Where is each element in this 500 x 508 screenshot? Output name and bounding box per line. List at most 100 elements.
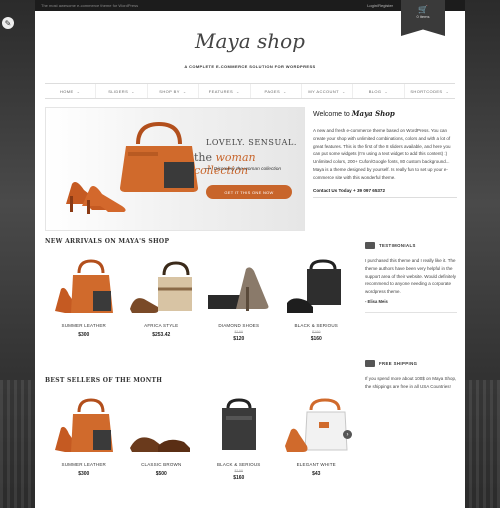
product-price: $160: [310, 336, 322, 342]
best-sellers-title: BEST SELLERS OF THE MONTH: [45, 377, 163, 384]
truck-icon: [365, 360, 375, 367]
login-register-link[interactable]: Login/Register: [367, 3, 393, 8]
chevron-down-icon: ⌄: [76, 88, 81, 94]
product-old-price: $199: [312, 330, 321, 334]
nav-label: MY ACCOUNT: [308, 88, 339, 94]
best-sellers-list: SUMMER LEATHER $300 CLASSIC BROWN $500 B…: [45, 398, 355, 481]
free-shipping-heading: FREE SHIPPING: [365, 360, 457, 367]
chevron-down-icon: ⌄: [341, 88, 346, 94]
slider-discover: ⟶ Discovery the woman collection: [204, 167, 281, 172]
nav-label: BLOG: [368, 88, 382, 94]
product-card[interactable]: ELEGANT WHITE $43: [278, 398, 356, 481]
cart-icon: 🛒: [418, 5, 428, 14]
product-card[interactable]: BLACK & SERIOUS $199 $160: [278, 259, 356, 342]
free-shipping-widget: FREE SHIPPING If you spend more about 10…: [365, 360, 457, 391]
nav-item-blog[interactable]: BLOG ⌄: [353, 84, 405, 98]
product-price: $300: [78, 332, 90, 338]
nav-item-home[interactable]: HOME ⌄: [45, 84, 97, 98]
product-name[interactable]: ELEGANT WHITE: [278, 462, 356, 467]
chevron-down-icon: ⌄: [182, 88, 187, 94]
testimonials-heading: TESTIMONIALS: [365, 242, 457, 249]
slider-discover-text: Discovery the woman collection: [213, 167, 282, 172]
main-nav: HOME ⌄ SLIDERS ⌄ SHOP BY ⌄ FEATURES ⌄ PAGES ⌄…: [45, 83, 455, 99]
testimonial-author: - Elisa Meis: [365, 298, 388, 304]
nav-label: FEATURES: [208, 88, 234, 94]
welcome-brand: Maya Shop: [351, 109, 395, 118]
contact-line: Contact Us Today + 39 097 65372: [313, 187, 386, 193]
cart-count: 0 items: [416, 14, 430, 19]
nav-label: PAGES: [264, 88, 281, 94]
new-arrivals-title: NEW ARRIVALS ON MAYA'S SHOP: [45, 238, 170, 245]
product-name[interactable]: CLASSIC BROWN: [123, 462, 201, 467]
slider-subheadline: the woman collection: [194, 151, 304, 177]
welcome-widget: Welcome to Maya Shop A new and fresh e-c…: [313, 109, 457, 198]
arrow-right-icon: ⟶: [204, 167, 211, 172]
product-name[interactable]: BLACK & SERIOUS: [278, 323, 356, 328]
shop-page: 🛒 0 items Maya shop A COMPLETE E-COMMERC…: [35, 0, 465, 508]
topbar-tagline: The most awesome e-commerce theme for Wo…: [41, 3, 139, 8]
product-price: $120: [233, 336, 245, 342]
pencil-icon[interactable]: ✎: [2, 17, 14, 29]
product-name[interactable]: SUMMER LEATHER: [45, 323, 123, 328]
site-tagline: A COMPLETE E-COMMERCE SOLUTION FOR WORDP…: [184, 64, 316, 69]
nav-item-shop-by[interactable]: SHOP BY ⌄: [148, 84, 200, 98]
new-arrivals-list: SUMMER LEATHER $300 AFRICA STYLE $253.42…: [45, 259, 355, 342]
product-card[interactable]: CLASSIC BROWN $500: [123, 398, 201, 481]
product-card[interactable]: DIAMOND SHOES $199 $120: [200, 259, 278, 342]
nav-label: SHOP BY: [159, 88, 180, 94]
nav-item-sliders[interactable]: SLIDERS ⌄: [96, 84, 148, 98]
testimonial-text: I purchased this theme and I really like…: [365, 258, 456, 295]
welcome-title: Welcome to Maya Shop: [313, 109, 457, 118]
chevron-down-icon: ⌄: [283, 88, 287, 94]
product-old-price: $199: [234, 330, 243, 334]
nav-item-pages[interactable]: PAGES ⌄: [251, 84, 302, 98]
nav-label: SHORTCODES: [410, 88, 443, 94]
product-price: $160: [233, 475, 245, 481]
product-image[interactable]: [200, 398, 278, 454]
product-price: $253.42: [152, 332, 171, 338]
nav-item-features[interactable]: FEATURES ⌄: [199, 84, 251, 98]
product-image[interactable]: [123, 398, 201, 454]
product-image[interactable]: [278, 398, 356, 454]
divider: [313, 196, 457, 198]
free-shipping-title: FREE SHIPPING: [379, 361, 418, 366]
product-price: $300: [78, 471, 90, 477]
product-price: $43: [312, 471, 321, 477]
nav-item-my-account[interactable]: MY ACCOUNT ⌄: [302, 84, 354, 98]
product-image[interactable]: [200, 259, 278, 315]
site-logo[interactable]: Maya shop: [35, 29, 465, 53]
nav-item-shortcodes[interactable]: SHORTCODES ⌄: [405, 84, 455, 98]
product-card[interactable]: BLACK & SERIOUS $199 $160: [200, 398, 278, 481]
product-image[interactable]: [278, 259, 356, 315]
free-shipping-text: If you spend more about 100$ on Maya Sho…: [365, 376, 457, 389]
slider-cta-button[interactable]: GET IT THIS ONE NOW: [206, 185, 292, 199]
product-name[interactable]: BLACK & SERIOUS: [200, 462, 278, 467]
product-name[interactable]: AFRICA STYLE: [123, 323, 201, 328]
product-name[interactable]: SUMMER LEATHER: [45, 462, 123, 467]
product-image[interactable]: [45, 398, 123, 454]
product-name[interactable]: DIAMOND SHOES: [200, 323, 278, 328]
product-price: $500: [155, 471, 167, 477]
product-image[interactable]: [123, 259, 201, 315]
testimonials-title: TESTIMONIALS: [379, 243, 416, 248]
nav-label: HOME: [60, 88, 74, 94]
product-old-price: $199: [234, 469, 243, 473]
chevron-down-icon: ⌄: [236, 88, 240, 94]
chevron-down-icon: ⌄: [384, 88, 389, 94]
product-image[interactable]: [45, 259, 123, 315]
chevron-down-icon: ⌄: [131, 88, 135, 94]
top-bar: The most awesome e-commerce theme for Wo…: [35, 0, 465, 11]
slider-headline: LOVELY. SENSUAL.: [206, 138, 298, 147]
quote-icon: [365, 242, 375, 249]
product-card[interactable]: SUMMER LEATHER $300: [45, 398, 123, 481]
nav-label: SLIDERS: [108, 88, 129, 94]
orange-handbag-image: [120, 122, 198, 192]
carousel-next-icon[interactable]: ›: [343, 430, 352, 439]
slider-prefix: the: [194, 151, 213, 164]
testimonials-widget: TESTIMONIALS I purchased this theme and …: [365, 242, 457, 313]
product-card[interactable]: AFRICA STYLE $253.42: [123, 259, 201, 342]
chevron-down-icon: ⌄: [445, 88, 450, 94]
divider: [365, 311, 457, 313]
hero-slider[interactable]: LOVELY. SENSUAL. the woman collection ⟶ D…: [45, 107, 305, 231]
product-card[interactable]: SUMMER LEATHER $300: [45, 259, 123, 342]
